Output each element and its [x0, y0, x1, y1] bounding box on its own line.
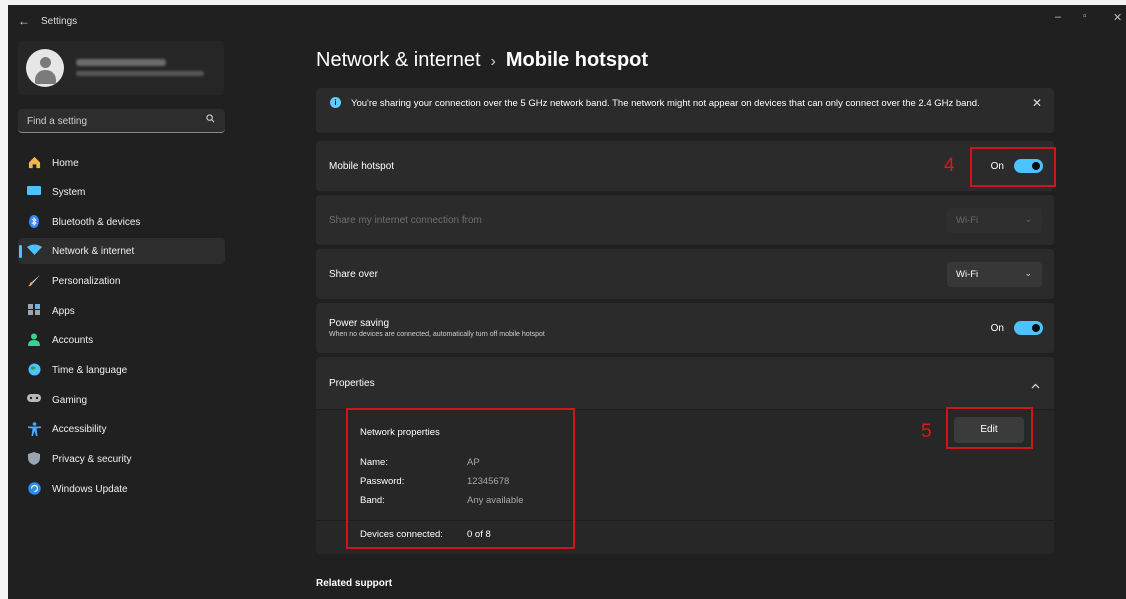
gamepad-icon [27, 393, 41, 407]
share-over-row: Share over Wi-Fi ⌄ [316, 249, 1054, 299]
search-icon [206, 114, 215, 126]
breadcrumb: Network & internet › Mobile hotspot [316, 49, 648, 72]
share-from-value: Wi-Fi [956, 215, 979, 226]
properties-label: Properties [329, 378, 375, 389]
sidebar-item-label: Accounts [52, 335, 94, 346]
bluetooth-icon [27, 215, 41, 229]
info-icon: i [330, 97, 341, 108]
breadcrumb-parent[interactable]: Network & internet [316, 49, 481, 71]
share-from-label: Share my internet connection from [329, 215, 482, 226]
power-saving-state: On [990, 322, 1004, 334]
user-profile-card[interactable] [18, 41, 224, 95]
annotation-step-4: 4 [944, 155, 955, 176]
sidebar-item-label: System [52, 187, 86, 198]
page-title: Mobile hotspot [505, 49, 649, 71]
brush-icon [27, 274, 41, 288]
settings-window: ← Settings – ▫ ✕ Find a setting Home Sys… [8, 5, 1126, 599]
sidebar-item-label: Apps [52, 306, 75, 317]
related-support-heading: Related support [316, 578, 393, 589]
app-title: Settings [41, 16, 78, 27]
search-input[interactable]: Find a setting [18, 109, 225, 133]
info-banner-text: You're sharing your connection over the … [351, 98, 980, 109]
sidebar-item-label: Personalization [52, 276, 121, 287]
share-over-dropdown[interactable]: Wi-Fi ⌄ [947, 262, 1042, 287]
sidebar-item-bluetooth[interactable]: Bluetooth & devices [18, 209, 225, 235]
sidebar-item-accounts[interactable]: Accounts [18, 327, 225, 353]
sidebar-item-label: Windows Update [52, 484, 128, 495]
sidebar-item-personalization[interactable]: Personalization [18, 268, 225, 294]
system-icon [27, 185, 41, 199]
chevron-down-icon: ⌄ [1024, 214, 1032, 224]
user-name-redacted [76, 59, 166, 66]
sidebar-item-windows-update[interactable]: Windows Update [18, 476, 225, 502]
power-saving-row: Power saving When no devices are connect… [316, 303, 1054, 353]
chevron-up-icon[interactable] [1031, 376, 1040, 394]
annotation-step-5: 5 [921, 421, 932, 442]
sidebar-item-gaming[interactable]: Gaming [18, 387, 225, 413]
sidebar-item-network[interactable]: Network & internet [18, 238, 225, 264]
apps-icon [27, 304, 41, 318]
sidebar-item-label: Time & language [52, 365, 128, 376]
power-saving-toggle-wrap: On [991, 321, 1043, 335]
annotation-box-network-properties [346, 408, 575, 549]
search-placeholder: Find a setting [27, 116, 88, 127]
sidebar-item-label: Home [52, 158, 79, 169]
maximize-icon[interactable]: ▫ [1083, 11, 1087, 22]
sidebar-item-label: Bluetooth & devices [52, 217, 141, 228]
share-from-row: Share my internet connection from Wi-Fi … [316, 195, 1054, 245]
share-from-dropdown[interactable]: Wi-Fi ⌄ [947, 208, 1042, 233]
shield-icon [27, 452, 41, 466]
sidebar-item-label: Network & internet [52, 246, 135, 257]
sidebar-item-apps[interactable]: Apps [18, 298, 225, 324]
back-arrow-icon[interactable]: ← [18, 14, 30, 28]
sidebar-item-time-language[interactable]: Time & language [18, 357, 225, 383]
home-icon [27, 156, 41, 170]
title-bar: ← Settings – ▫ ✕ [8, 5, 1126, 37]
properties-header[interactable]: Properties [316, 357, 1054, 409]
annotation-box-hotspot-toggle [970, 147, 1056, 187]
close-icon[interactable]: ✕ [1032, 96, 1042, 110]
user-email-redacted [76, 71, 204, 76]
power-saving-label: Power saving [329, 318, 390, 329]
sidebar-item-home[interactable]: Home [18, 150, 225, 176]
share-over-label: Share over [329, 269, 378, 280]
globe-icon [27, 363, 41, 377]
info-banner: i You're sharing your connection over th… [316, 88, 1054, 133]
sidebar-item-label: Privacy & security [52, 454, 132, 465]
sidebar-item-label: Gaming [52, 395, 88, 406]
close-icon[interactable]: ✕ [1113, 11, 1122, 24]
accessibility-icon [27, 422, 41, 436]
power-saving-description: When no devices are connected, automatic… [329, 331, 545, 338]
chevron-down-icon: ⌄ [1024, 268, 1032, 278]
sidebar-item-privacy[interactable]: Privacy & security [18, 446, 225, 472]
breadcrumb-separator: › [490, 53, 496, 70]
wifi-icon [27, 244, 42, 258]
share-over-value: Wi-Fi [956, 269, 979, 280]
selection-indicator [19, 245, 22, 258]
power-saving-toggle[interactable] [1014, 321, 1043, 335]
annotation-box-edit [946, 407, 1033, 449]
avatar [26, 49, 64, 87]
minimize-icon[interactable]: – [1055, 11, 1061, 23]
update-icon [27, 482, 41, 496]
sidebar-item-accessibility[interactable]: Accessibility [18, 416, 225, 442]
sidebar-item-system[interactable]: System [18, 179, 225, 205]
accounts-icon [27, 333, 41, 347]
mobile-hotspot-label: Mobile hotspot [329, 161, 395, 172]
sidebar-item-label: Accessibility [52, 424, 107, 435]
